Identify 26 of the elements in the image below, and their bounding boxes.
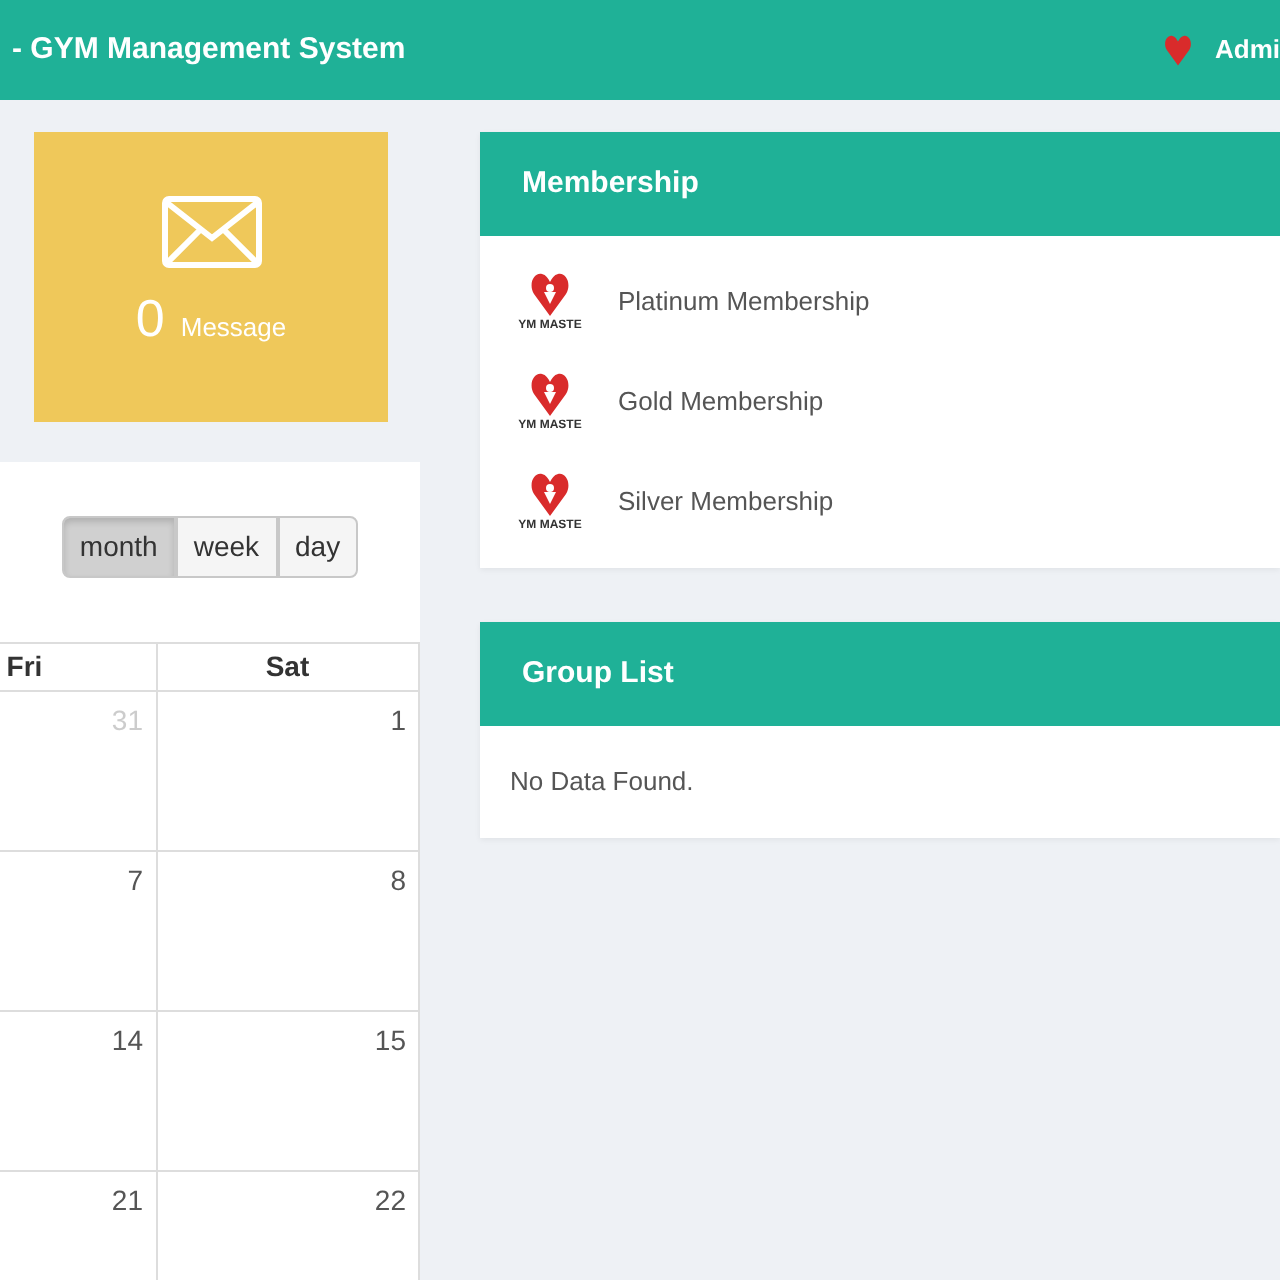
heart-logo-icon bbox=[530, 469, 570, 517]
day-header: Fri bbox=[6, 650, 43, 682]
view-toggle-button[interactable]: month bbox=[61, 516, 176, 578]
date-number: 22 bbox=[374, 1184, 406, 1216]
date-number: 7 bbox=[127, 864, 143, 896]
logo-icon bbox=[1163, 32, 1191, 68]
view-toggle-button[interactable]: week bbox=[175, 516, 278, 578]
date-number: 14 bbox=[111, 1024, 143, 1056]
app-title: - GYM Management System bbox=[12, 29, 406, 70]
membership-name[interactable]: Platinum Membership bbox=[618, 282, 870, 322]
date-number: 15 bbox=[374, 1024, 406, 1056]
heart-logo-icon bbox=[530, 369, 570, 417]
message-label: Message bbox=[180, 310, 287, 346]
envelope-icon bbox=[161, 196, 261, 268]
date-number: 8 bbox=[390, 864, 406, 896]
card-title: Membership bbox=[522, 163, 699, 204]
message-count: 0 bbox=[135, 286, 165, 352]
day-header: Sat bbox=[265, 650, 310, 682]
view-toggle-button[interactable]: day bbox=[277, 516, 359, 578]
membership-name[interactable]: Gold Membership bbox=[618, 382, 824, 422]
empty-message: No Data Found. bbox=[510, 766, 694, 796]
date-number: 21 bbox=[111, 1184, 143, 1216]
date-number: 1 bbox=[390, 704, 406, 736]
membership-name[interactable]: Silver Membership bbox=[618, 482, 834, 522]
heart-logo-icon bbox=[530, 269, 570, 317]
card-title: Group List bbox=[522, 653, 674, 694]
